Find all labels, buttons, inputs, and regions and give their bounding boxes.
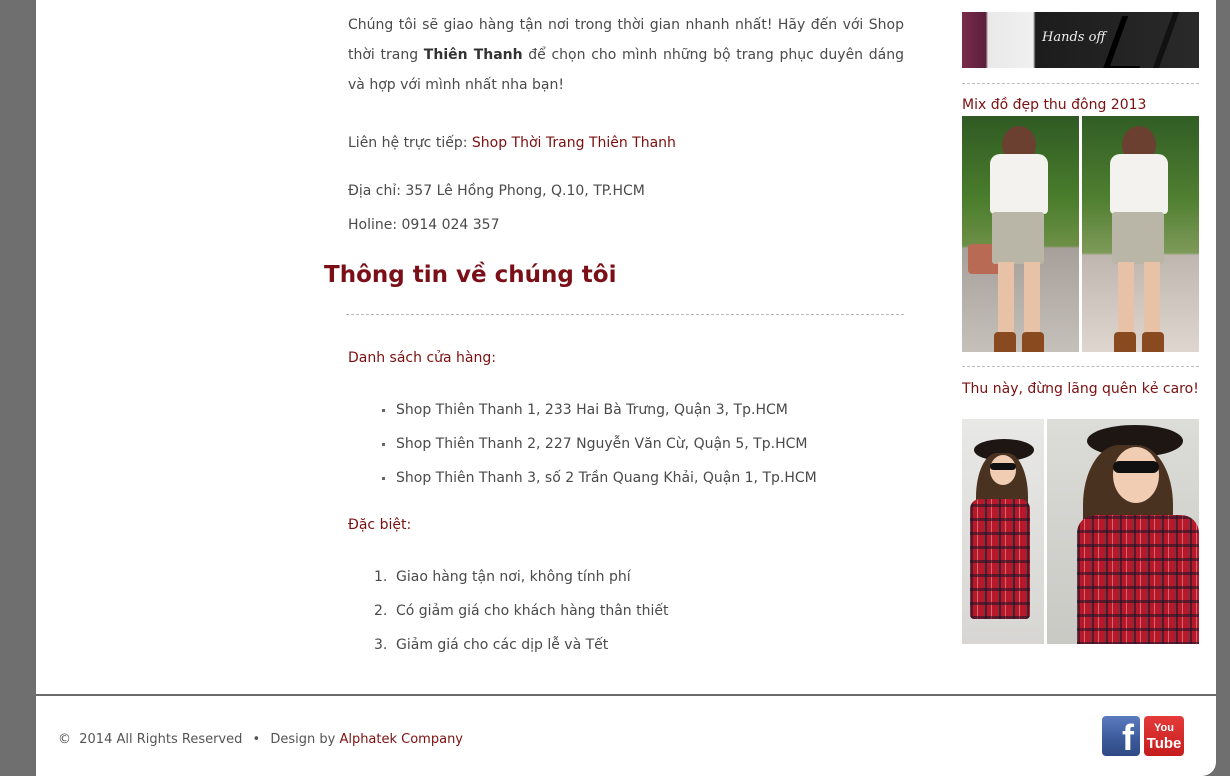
store-item: Shop Thiên Thanh 2, 227 Nguyễn Văn Cừ, Q… bbox=[382, 427, 817, 461]
intro-brand: Thiên Thanh bbox=[423, 47, 523, 63]
design-by-label: Design by bbox=[270, 732, 340, 747]
heel-shape bbox=[1101, 16, 1159, 68]
footer-divider bbox=[36, 694, 1216, 696]
youtube-icon[interactable]: You Tube bbox=[1144, 716, 1184, 756]
about-title: Thông tin về chúng tôi bbox=[324, 262, 617, 288]
footer-bullet: • bbox=[252, 732, 261, 747]
figure-shorts bbox=[1112, 212, 1164, 264]
special-item: 2. Có giảm giá cho khách hàng thân thiết bbox=[374, 594, 669, 628]
facebook-glyph: f bbox=[1122, 717, 1134, 756]
sidebar-post-title[interactable]: Thu này, đừng lãng quên kẻ caro! bbox=[962, 381, 1199, 398]
store-list: Shop Thiên Thanh 1, 233 Hai Bà Trưng, Qu… bbox=[372, 393, 817, 495]
special-item-number: 3. bbox=[374, 637, 388, 653]
figure-plaid-dress bbox=[1077, 515, 1199, 644]
special-item: 3. Giảm giá cho các dịp lễ và Tết bbox=[374, 628, 669, 662]
figure-top bbox=[990, 154, 1048, 214]
figure-face bbox=[990, 455, 1016, 485]
figure-face bbox=[1113, 447, 1159, 503]
figure-boot bbox=[994, 332, 1016, 352]
contact-line: Liên hệ trực tiếp: Shop Thời Trang Thiên… bbox=[348, 128, 676, 158]
company-link[interactable]: Alphatek Company bbox=[339, 732, 463, 747]
sidebar-post-image[interactable] bbox=[962, 419, 1199, 644]
special-item: 1. Giao hàng tận nơi, không tính phí bbox=[374, 560, 669, 594]
figure-glasses bbox=[1113, 461, 1159, 473]
youtube-you-text: You bbox=[1154, 722, 1174, 734]
address: Địa chỉ: 357 Lê Hồng Phong, Q.10, TP.HCM bbox=[348, 183, 645, 199]
store-item: Shop Thiên Thanh 3, số 2 Trần Quang Khải… bbox=[382, 461, 817, 495]
top-image-caption: Hands off bbox=[1042, 30, 1106, 45]
heel-shape bbox=[1150, 12, 1199, 68]
sidebar-post-image[interactable] bbox=[962, 116, 1199, 352]
special-item-number: 1. bbox=[374, 569, 388, 585]
about-divider bbox=[346, 314, 904, 315]
figure-boot bbox=[1022, 332, 1044, 352]
figure-glasses bbox=[990, 463, 1016, 470]
intro-paragraph: Chúng tôi sẽ giao hàng tận nơi trong thờ… bbox=[348, 10, 904, 100]
contact-label: Liên hệ trực tiếp: bbox=[348, 135, 472, 151]
figure-plaid-dress bbox=[970, 499, 1030, 619]
facebook-icon[interactable]: f bbox=[1102, 716, 1140, 756]
figure-boot bbox=[1114, 332, 1136, 352]
sidebar-top-image[interactable]: Hands off bbox=[962, 12, 1199, 68]
youtube-tube-text: Tube bbox=[1146, 735, 1182, 752]
sidebar-divider bbox=[962, 366, 1199, 367]
copyright-symbol: © bbox=[58, 732, 71, 747]
stores-title: Danh sách cửa hàng: bbox=[348, 350, 496, 366]
photo-panel bbox=[1082, 116, 1199, 352]
page: Chúng tôi sẽ giao hàng tận nơi trong thờ… bbox=[36, 0, 1216, 776]
store-item: Shop Thiên Thanh 1, 233 Hai Bà Trưng, Qu… bbox=[382, 393, 817, 427]
sidebar-post-title[interactable]: Mix đồ đẹp thu đông 2013 bbox=[962, 97, 1199, 114]
contact-link[interactable]: Shop Thời Trang Thiên Thanh bbox=[472, 135, 676, 151]
special-item-text: Giao hàng tận nơi, không tính phí bbox=[396, 569, 631, 585]
special-item-number: 2. bbox=[374, 603, 388, 619]
figure-shorts bbox=[992, 212, 1044, 264]
photo-panel bbox=[962, 116, 1079, 352]
sidebar-divider bbox=[962, 83, 1199, 84]
hotline: Holine: 0914 024 357 bbox=[348, 217, 500, 233]
figure-boot bbox=[1142, 332, 1164, 352]
footer: © 2014 All Rights Reserved • Design by A… bbox=[58, 730, 463, 750]
special-title: Đặc biệt: bbox=[348, 517, 412, 533]
special-list: 1. Giao hàng tận nơi, không tính phí 2. Có… bbox=[372, 560, 669, 662]
special-item-text: Có giảm giá cho khách hàng thân thiết bbox=[396, 603, 669, 619]
photo-panel bbox=[1047, 419, 1199, 644]
figure-top bbox=[1110, 154, 1168, 214]
photo-panel bbox=[962, 419, 1044, 644]
special-item-text: Giảm giá cho các dịp lễ và Tết bbox=[396, 637, 609, 653]
copyright-text: 2014 All Rights Reserved bbox=[79, 732, 243, 747]
